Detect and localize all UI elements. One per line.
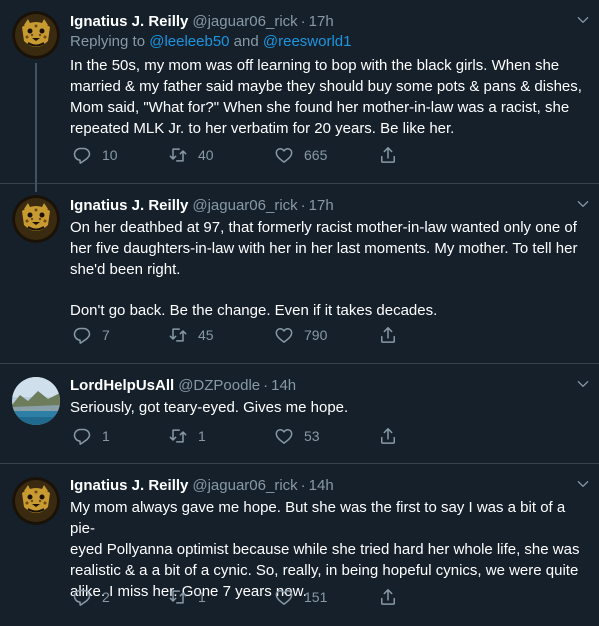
reply-count: 2 (102, 589, 110, 605)
reply-user-link[interactable]: @leeleeb50 (149, 33, 229, 50)
retweet-count: 45 (198, 327, 214, 343)
share-icon (378, 145, 398, 165)
tweet-actions: 10 40 665 (72, 144, 398, 166)
reply-icon (72, 325, 92, 345)
timestamp[interactable]: 14h (309, 477, 334, 494)
tweet-1[interactable]: Ignatius J. Reilly @jaguar06_rick · 17h … (0, 0, 599, 184)
reply-icon (72, 426, 92, 446)
tweet-text: On her deathbed at 97, that formerly rac… (70, 217, 589, 321)
reply-count: 10 (102, 147, 118, 163)
author-name[interactable]: LordHelpUsAll (70, 377, 174, 394)
thread-line (35, 184, 37, 192)
retweet-button[interactable]: 1 (168, 426, 274, 446)
tweet-text-line: Mom said, "What for?" When she found her… (70, 99, 570, 116)
separator-dot: · (300, 12, 306, 30)
share-button[interactable] (378, 426, 398, 446)
author-name[interactable]: Ignatius J. Reilly (70, 477, 188, 494)
author-name[interactable]: Ignatius J. Reilly (70, 197, 188, 214)
reply-count: 7 (102, 327, 110, 343)
like-button[interactable]: 790 (274, 325, 378, 345)
retweet-icon (168, 325, 188, 345)
share-button[interactable] (378, 325, 398, 345)
like-count: 151 (304, 589, 328, 605)
conversation-timeline: Ignatius J. Reilly @jaguar06_rick · 17h … (0, 0, 599, 626)
like-count: 665 (304, 147, 328, 163)
tweet-text: In the 50s, my mom was off learning to b… (70, 55, 589, 139)
author-name[interactable]: Ignatius J. Reilly (70, 13, 188, 30)
retweet-count: 1 (198, 428, 206, 444)
avatar[interactable] (12, 477, 60, 525)
separator-dot: · (300, 476, 306, 494)
tweet-text-line: On her deathbed at 97, that formerly rac… (70, 219, 577, 236)
separator-dot: · (300, 196, 306, 214)
tweet-text-line: eyed Pollyanna optimist because while sh… (70, 541, 580, 558)
author-handle[interactable]: @DZPoodle (178, 377, 260, 394)
replying-to: Replying to @leeleeb50 and @reesworld1 (70, 32, 589, 52)
retweet-icon (168, 145, 188, 165)
thread-line (35, 63, 37, 184)
separator-dot: · (263, 376, 269, 394)
share-icon (378, 587, 398, 607)
retweet-button[interactable]: 1 (168, 587, 274, 607)
tweet-3[interactable]: LordHelpUsAll @DZPoodle · 14h Seriously,… (0, 364, 599, 464)
reply-button[interactable]: 10 (72, 145, 168, 165)
author-handle[interactable]: @jaguar06_rick (192, 197, 297, 214)
share-button[interactable] (378, 145, 398, 165)
like-icon (274, 325, 294, 345)
tweet-actions: 7 45 790 (72, 324, 398, 346)
tweet-text-line: Don't go back. Be the change. Even if it… (70, 302, 438, 319)
tweet-text-line: repeated MLK Jr. to her verbatim for 20 … (70, 120, 455, 137)
share-button[interactable] (378, 587, 398, 607)
like-icon (274, 145, 294, 165)
like-icon (274, 426, 294, 446)
tweet-text-line: In the 50s, my mom was off learning to b… (70, 57, 560, 74)
tweet-actions: 2 1 151 (72, 586, 398, 608)
like-button[interactable]: 151 (274, 587, 378, 607)
tweet-text: Seriously, got teary-eyed. Gives me hope… (70, 397, 589, 418)
like-button[interactable]: 665 (274, 145, 378, 165)
tweet-actions: 1 1 53 (72, 425, 398, 447)
like-icon (274, 587, 294, 607)
like-count: 53 (304, 428, 320, 444)
reply-button[interactable]: 7 (72, 325, 168, 345)
replying-to-and: and (229, 33, 263, 50)
retweet-count: 1 (198, 589, 206, 605)
timestamp[interactable]: 17h (309, 13, 334, 30)
tweet-text-line: she'd been right. (70, 261, 181, 278)
retweet-button[interactable]: 40 (168, 145, 274, 165)
tweet-text-line: Seriously, got teary-eyed. Gives me hope… (70, 399, 349, 416)
avatar[interactable] (12, 377, 60, 425)
replying-to-label: Replying to (70, 33, 150, 50)
reply-icon (72, 145, 92, 165)
reply-button[interactable]: 1 (72, 426, 168, 446)
share-icon (378, 325, 398, 345)
retweet-button[interactable]: 45 (168, 325, 274, 345)
tweet-text-line: My mom always gave me hope. But she was … (70, 499, 566, 537)
like-button[interactable]: 53 (274, 426, 378, 446)
reply-icon (72, 587, 92, 607)
tweet-4[interactable]: Ignatius J. Reilly @jaguar06_rick · 14h … (0, 464, 599, 626)
tweet-text-line: her five daughters-in-law with her in he… (70, 240, 578, 257)
retweet-icon (168, 426, 188, 446)
reply-count: 1 (102, 428, 110, 444)
retweet-icon (168, 587, 188, 607)
author-handle[interactable]: @jaguar06_rick (192, 477, 297, 494)
author-handle[interactable]: @jaguar06_rick (192, 13, 297, 30)
tweet-text-line: realistic & a a bit of a cynic. So, real… (70, 562, 579, 579)
like-count: 790 (304, 327, 328, 343)
reply-user-link[interactable]: @reesworld1 (263, 33, 352, 50)
tweet-text-line: married & my father said maybe they shou… (70, 78, 582, 95)
avatar[interactable] (12, 195, 60, 243)
tweet-text-line (70, 280, 589, 300)
tweet-2[interactable]: Ignatius J. Reilly @jaguar06_rick · 17h … (0, 184, 599, 364)
avatar[interactable] (12, 11, 60, 59)
reply-button[interactable]: 2 (72, 587, 168, 607)
retweet-count: 40 (198, 147, 214, 163)
share-icon (378, 426, 398, 446)
timestamp[interactable]: 17h (309, 197, 334, 214)
timestamp[interactable]: 14h (271, 377, 296, 394)
